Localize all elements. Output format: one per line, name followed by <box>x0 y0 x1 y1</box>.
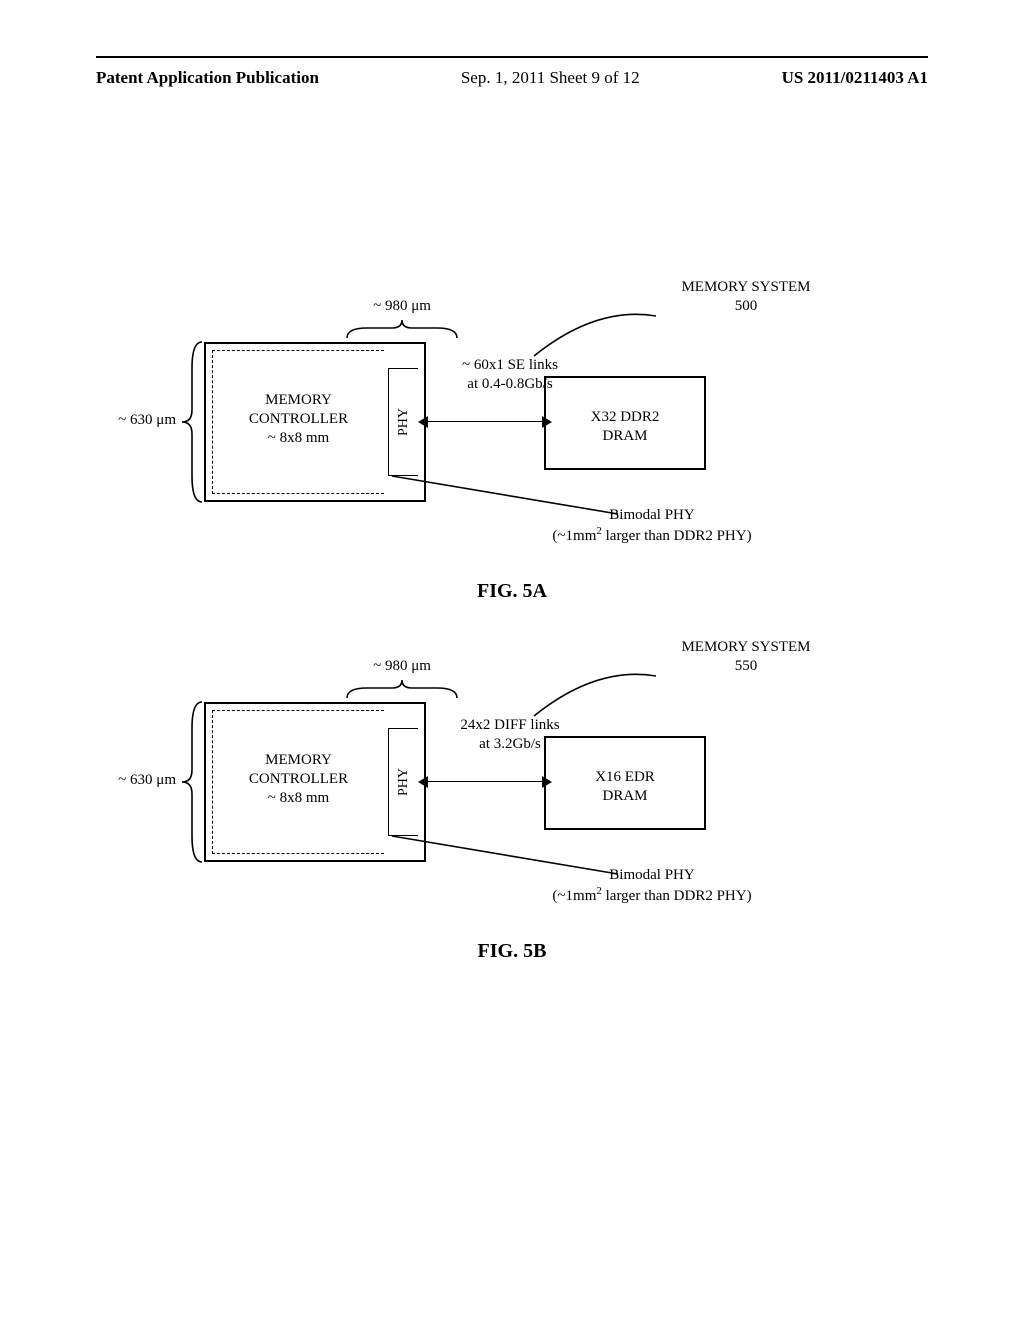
dram-line1: X32 DDR2 <box>591 409 660 425</box>
link-arrow-line <box>426 421 544 422</box>
memory-controller-line2: CONTROLLER <box>249 411 348 427</box>
figure-5b: MEMORY SYSTEM 550 ~ 980 μm ~ 630 μm MEMO… <box>96 638 928 938</box>
memory-system-line2: 500 <box>735 298 758 314</box>
memory-system-label: MEMORY SYSTEM 550 <box>656 638 836 676</box>
link-arrow-line <box>426 781 544 782</box>
width-label: ~ 980 μm <box>342 298 462 315</box>
phy-note: Bimodal PHY (~1mm2 larger than DDR2 PHY) <box>522 866 782 906</box>
phy-label: PHY <box>396 408 412 436</box>
memory-controller-label: MEMORY CONTROLLER ~ 8x8 mm <box>213 391 384 447</box>
link-line2: at 0.4-0.8Gb/s <box>467 376 552 392</box>
height-dimension: ~ 630 μm <box>96 698 204 866</box>
phy-note: Bimodal PHY (~1mm2 larger than DDR2 PHY) <box>522 506 782 546</box>
arrow-left-icon <box>418 416 428 428</box>
dram-line2: DRAM <box>602 428 647 444</box>
link-line1: 24x2 DIFF links <box>460 717 559 733</box>
brace-left-icon <box>178 338 204 506</box>
page-header: Patent Application Publication Sep. 1, 2… <box>96 68 928 88</box>
figure-5a: MEMORY SYSTEM 500 ~ 980 μm ~ 630 μm MEMO… <box>96 278 928 578</box>
memory-controller-line1: MEMORY <box>265 392 332 408</box>
phy-note-line2a: (~1mm <box>552 528 596 544</box>
phy-box: PHY <box>388 368 418 476</box>
phy-box: PHY <box>388 728 418 836</box>
memory-system-line1: MEMORY SYSTEM <box>681 639 810 655</box>
phy-note-line2a: (~1mm <box>552 888 596 904</box>
height-dimension: ~ 630 μm <box>96 338 204 506</box>
memory-controller-line2: CONTROLLER <box>249 771 348 787</box>
brace-left-icon <box>178 698 204 866</box>
phy-note-line1: Bimodal PHY <box>609 867 694 883</box>
phy-note-line2b: larger than DDR2 PHY) <box>602 528 752 544</box>
phy-note-line1: Bimodal PHY <box>609 507 694 523</box>
memory-controller-line3: ~ 8x8 mm <box>268 790 329 806</box>
memory-system-line2: 550 <box>735 658 758 674</box>
width-dimension: ~ 980 μm <box>342 658 462 702</box>
memory-controller-box: MEMORY CONTROLLER ~ 8x8 mm <box>212 710 384 854</box>
memory-controller-box: MEMORY CONTROLLER ~ 8x8 mm <box>212 350 384 494</box>
memory-system-label: MEMORY SYSTEM 500 <box>656 278 836 316</box>
page-frame: Patent Application Publication Sep. 1, 2… <box>96 56 928 1264</box>
dram-line2: DRAM <box>602 788 647 804</box>
phy-label: PHY <box>396 768 412 796</box>
link-line2: at 3.2Gb/s <box>479 736 541 752</box>
arrow-left-icon <box>418 776 428 788</box>
width-dimension: ~ 980 μm <box>342 298 462 342</box>
memory-system-line1: MEMORY SYSTEM <box>681 279 810 295</box>
link-line1: ~ 60x1 SE links <box>462 357 558 373</box>
memory-controller-line1: MEMORY <box>265 752 332 768</box>
dram-line1: X16 EDR <box>595 769 655 785</box>
width-label: ~ 980 μm <box>342 658 462 675</box>
height-label: ~ 630 μm <box>96 772 176 789</box>
header-right: US 2011/0211403 A1 <box>782 68 928 88</box>
header-center: Sep. 1, 2011 Sheet 9 of 12 <box>461 68 640 88</box>
dram-box: X32 DDR2 DRAM <box>544 376 706 470</box>
figure-caption: FIG. 5B <box>96 940 928 963</box>
phy-note-line2b: larger than DDR2 PHY) <box>602 888 752 904</box>
memory-controller-line3: ~ 8x8 mm <box>268 430 329 446</box>
memory-controller-label: MEMORY CONTROLLER ~ 8x8 mm <box>213 751 384 807</box>
dram-box: X16 EDR DRAM <box>544 736 706 830</box>
brace-top-icon <box>342 678 462 700</box>
height-label: ~ 630 μm <box>96 412 176 429</box>
brace-top-icon <box>342 318 462 340</box>
header-left: Patent Application Publication <box>96 68 319 88</box>
figure-caption: FIG. 5A <box>96 580 928 603</box>
